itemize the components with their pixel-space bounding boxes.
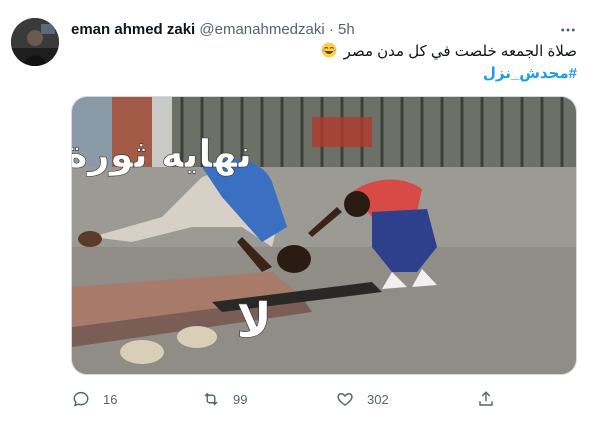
photo-overlay-title: نهايه ثورة: [72, 132, 252, 176]
avatar-image: [11, 18, 59, 66]
tweet-header: eman ahmed zaki @emanahmedzaki · 5h: [71, 20, 555, 40]
like-count: 302: [367, 391, 389, 407]
like-button[interactable]: 302: [335, 386, 389, 412]
share-button[interactable]: [476, 386, 496, 412]
tweet-card[interactable]: eman ahmed zaki @emanahmedzaki · 5h صلاة…: [0, 0, 595, 433]
reply-count: 16: [103, 391, 118, 407]
photo-image: نهايه ثورة لا: [72, 97, 576, 374]
tweet-text-body: صلاة الجمعه خلصت في كل مدن مصر: [343, 43, 577, 60]
avatar[interactable]: [11, 18, 59, 66]
separator-dot: ·: [328, 21, 334, 38]
photo-overlay-no: لا: [236, 293, 272, 349]
tweet-actions: 16 99 302: [71, 386, 511, 412]
more-options-button[interactable]: [556, 18, 580, 42]
hashtag-link[interactable]: #محدش_نزل: [483, 64, 577, 84]
author-name[interactable]: eman ahmed zaki: [71, 21, 195, 38]
tweet-text: صلاة الجمعه خلصت في كل مدن مصر: [321, 42, 577, 62]
reply-icon: [71, 389, 91, 409]
retweet-count: 99: [233, 391, 248, 407]
tweet-photo[interactable]: نهايه ثورة لا: [71, 96, 577, 375]
retweet-button[interactable]: 99: [201, 386, 247, 412]
retweet-icon: [201, 389, 221, 409]
share-icon: [476, 389, 496, 409]
more-icon: [561, 28, 575, 32]
reply-button[interactable]: 16: [71, 386, 117, 412]
tweet-time[interactable]: 5h: [338, 21, 355, 38]
author-handle[interactable]: @emanahmedzaki: [199, 21, 324, 38]
joy-emoji-icon: [321, 42, 336, 58]
heart-icon: [335, 389, 355, 409]
